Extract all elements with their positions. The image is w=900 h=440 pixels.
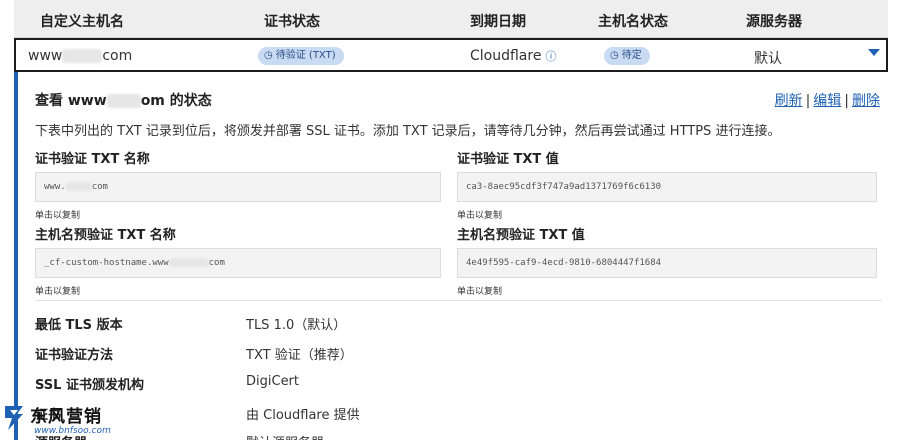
hostname-txt-name-label: 主机名预验证 TXT 名称 xyxy=(35,228,176,243)
detail-key-validation-method: 证书验证方法 xyxy=(35,348,114,363)
field-value-prefix: www. xyxy=(44,182,66,192)
col-origin[interactable]: 源服务器 xyxy=(746,11,802,31)
panel-title-suffix: om 的状态 xyxy=(140,93,212,109)
hostname-txt-value-label: 主机名预验证 TXT 值 xyxy=(457,228,585,243)
cert-status-text: 待验证 (TXT) xyxy=(275,50,336,61)
action-separator: | xyxy=(805,93,811,109)
detail-value-ca: DigiCert xyxy=(246,374,300,389)
cert-status-badge: ◷ 待验证 (TXT) xyxy=(258,47,344,65)
detail-key-ca: SSL 证书颁发机构 xyxy=(35,378,144,393)
redacted-text xyxy=(168,258,209,267)
table-header: 自定义主机名 证书状态 到期日期 主机名状态 源服务器 xyxy=(14,0,888,38)
expiry-cell: Cloudflare ⓘ xyxy=(470,48,556,64)
hostname-status-text: 待定 xyxy=(621,50,642,61)
hostname-status-panel: 查看 www om 的状态 刷新 | 编辑 | 删除 下表中列出的 TXT 记录到位后，将… xyxy=(14,72,888,440)
detail-value-min-tls: TLS 1.0（默认） xyxy=(246,318,347,333)
col-custom-hostname[interactable]: 自定义主机名 xyxy=(40,11,124,31)
panel-description: 下表中列出的 TXT 记录到位后，将颁发并部署 SSL 证书。添加 TXT 记录… xyxy=(35,124,781,139)
watermark-logo: 东风营销 www.bnfsoo.com xyxy=(0,400,120,440)
redacted-text xyxy=(106,94,141,108)
panel-actions: 刷新 | 编辑 | 删除 xyxy=(775,90,880,110)
cert-txt-value-label: 证书验证 TXT 值 xyxy=(457,152,559,167)
origin-cell: 默认 xyxy=(754,51,782,67)
panel-title: 查看 www om 的状态 xyxy=(35,90,212,110)
hostname-suffix: com xyxy=(102,48,133,64)
hostname-row[interactable]: www com ◷ 待验证 (TXT) Cloudflare ⓘ ◷ 待定 默认 xyxy=(14,38,888,72)
field-value-suffix: com xyxy=(91,182,108,192)
expiry-text: Cloudflare xyxy=(470,48,542,64)
panel-title-prefix: 查看 www xyxy=(35,93,107,109)
watermark-url: www.bnfsoo.com xyxy=(34,426,111,436)
cert-txt-value-field[interactable]: ca3-8aec95cdf3f747a9ad1371769f6c6130 xyxy=(457,172,877,202)
col-cert-status[interactable]: 证书状态 xyxy=(264,11,320,31)
field-value-suffix: com xyxy=(208,258,225,268)
hostname-status-badge: ◷ 待定 xyxy=(604,47,650,65)
col-hostname-status[interactable]: 主机名状态 xyxy=(598,11,668,31)
logo-mark-icon xyxy=(5,406,23,430)
watermark-name: 东风营销 xyxy=(30,407,102,427)
detail-value-validation-method: TXT 验证（推荐） xyxy=(246,348,353,363)
hostname-cell: www com xyxy=(28,48,132,64)
cert-txt-name-label: 证书验证 TXT 名称 xyxy=(35,152,150,167)
delete-link[interactable]: 删除 xyxy=(852,93,880,109)
field-value-prefix: _cf-custom-hostname.www xyxy=(44,258,169,268)
cert-txt-name-field[interactable]: www. com xyxy=(35,172,441,202)
divider xyxy=(35,300,882,301)
copy-hint[interactable]: 单击以复制 xyxy=(35,208,80,221)
refresh-link[interactable]: 刷新 xyxy=(775,93,803,109)
info-icon[interactable]: ⓘ xyxy=(545,50,556,63)
hostname-txt-value-field[interactable]: 4e49f595-caf9-4ecd-9810-6804447f1684 xyxy=(457,248,877,278)
detail-value-origin: 默认源服务器 xyxy=(246,432,324,440)
hostname-txt-name-field[interactable]: _cf-custom-hostname.www com xyxy=(35,248,441,278)
chevron-down-icon[interactable] xyxy=(868,49,880,56)
col-expiry[interactable]: 到期日期 xyxy=(470,11,526,31)
copy-hint[interactable]: 单击以复制 xyxy=(35,284,80,297)
redacted-text xyxy=(62,49,103,63)
clock-icon: ◷ xyxy=(264,50,273,61)
hostname-prefix: www xyxy=(28,48,63,64)
copy-hint[interactable]: 单击以复制 xyxy=(457,208,502,221)
detail-key-min-tls: 最低 TLS 版本 xyxy=(35,318,123,333)
clock-icon: ◷ xyxy=(610,50,619,61)
copy-hint[interactable]: 单击以复制 xyxy=(457,284,502,297)
edit-link[interactable]: 编辑 xyxy=(813,93,841,109)
action-separator: | xyxy=(844,93,849,109)
redacted-text xyxy=(65,182,92,191)
detail-value-certificate: 由 Cloudflare 提供 xyxy=(246,408,360,423)
